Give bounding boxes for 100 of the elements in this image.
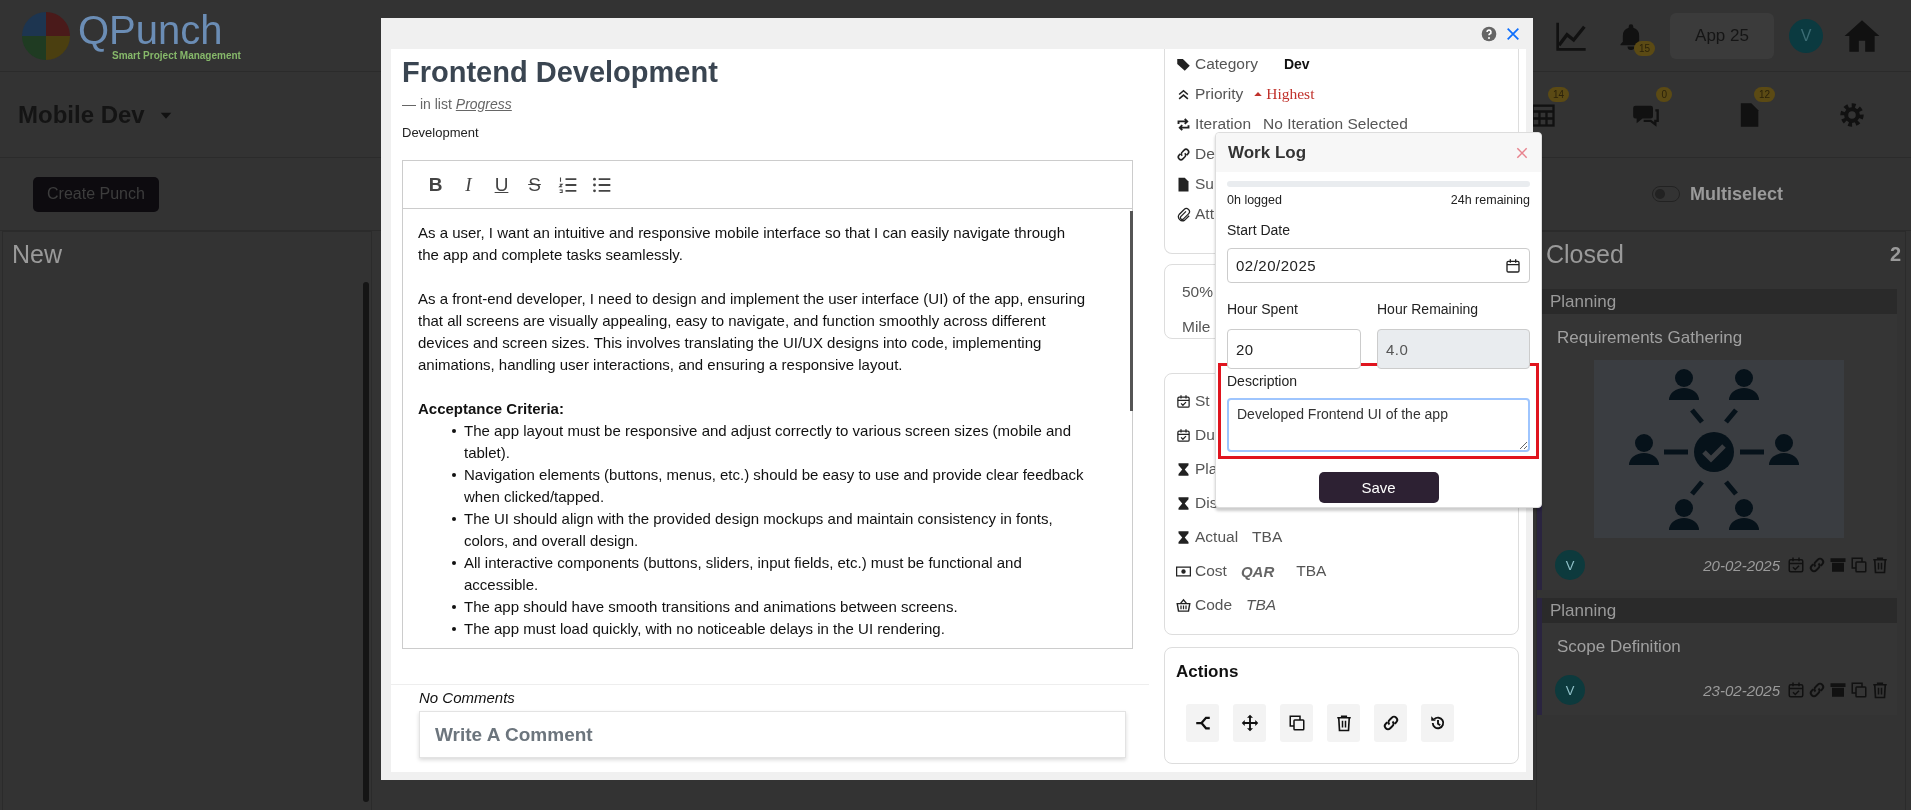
column-title: New [12, 240, 62, 269]
bullet-icon [452, 561, 456, 565]
bullet-icon [452, 627, 456, 631]
format-button[interactable]: S [518, 173, 551, 196]
close-icon[interactable] [1515, 145, 1529, 160]
copy-icon [1287, 714, 1306, 732]
punch-card[interactable]: Planning Scope Definition V 23-02-2025 [1537, 598, 1897, 715]
logo-title: QPunch [78, 10, 223, 50]
help-icon[interactable] [1481, 25, 1497, 42]
hourglass-icon [1176, 461, 1191, 477]
link-icon[interactable] [1808, 681, 1826, 699]
field-label: Actual [1195, 528, 1239, 546]
archive-icon[interactable] [1829, 556, 1847, 574]
link-icon [1176, 146, 1191, 162]
history-icon [1428, 714, 1447, 732]
field-label: Du [1195, 426, 1215, 444]
field-value: Dev [1283, 56, 1310, 72]
history-button[interactable] [1421, 704, 1454, 742]
field-label: De [1195, 145, 1215, 163]
format-button[interactable]: B [419, 173, 452, 196]
criteria-item: Navigation elements (buttons, menus, etc.) should be easy to use and provide clear feedback when clicked/tapped. [464, 465, 1085, 507]
calendar-check-icon [1176, 427, 1191, 443]
card-title: Requirements Gathering [1556, 327, 1744, 349]
bullet-icon [452, 473, 456, 477]
bullet-icon [452, 605, 456, 609]
avatar[interactable]: V [1555, 550, 1585, 580]
save-button[interactable]: Save [1318, 472, 1439, 503]
field-label: Hour Remaining [1377, 300, 1480, 318]
copy-icon[interactable] [1850, 556, 1868, 574]
comment-field[interactable]: Write A Comment [419, 711, 1126, 758]
hour-spent-field[interactable]: 20 [1227, 329, 1361, 369]
banknote-icon [1176, 563, 1191, 579]
field-value: TBA [1246, 596, 1277, 614]
bullet-icon [452, 429, 456, 433]
archive-icon[interactable] [1829, 681, 1847, 699]
description-paragraph: As a user, I want an intuitive and responsive mobile interface so that I can easily navigate through the app and complete tasks seamlessly. [418, 223, 1067, 265]
priority-value: Highest [1253, 85, 1315, 103]
hourglass-icon [1176, 495, 1191, 511]
list-label: — in list [402, 96, 452, 112]
copy-icon[interactable] [1850, 681, 1868, 699]
field-label: Att [1195, 205, 1214, 223]
field-label: Priority [1195, 85, 1244, 103]
remaining-hours: 24h remaining [1450, 192, 1530, 208]
paperclip-icon [1176, 206, 1191, 222]
column-title: Closed [1546, 240, 1624, 269]
description-paragraph: As a front-end developer, I need to design and implement the user interface (UI) of the app, ensuring that all screens are visually appealing, easy to navigate, and function smoothly across different devices and screen sizes. This involves translating the UI/UX designs into code, implementing animations, handling user interactions, and ensuring a responsive layout. [418, 289, 1087, 375]
field-label: Description [1227, 372, 1299, 390]
bullet-icon [452, 517, 456, 521]
field-value: TBA [1252, 528, 1283, 546]
link-icon[interactable] [1808, 556, 1826, 574]
card-tag: Planning [1542, 598, 1897, 623]
currency-label: QAR [1240, 562, 1275, 580]
card-date: 23-02-2025 [1703, 681, 1780, 699]
copy-button[interactable] [1280, 704, 1313, 742]
move-button[interactable] [1233, 704, 1266, 742]
calendar-check-icon[interactable] [1787, 556, 1805, 574]
link-icon [1381, 714, 1400, 732]
criteria-item: The app layout must be responsive and adjust correctly to various screen sizes (mobile and tablet). [464, 421, 1072, 463]
criteria-item: The app should have smooth transitions and animations between screens. [464, 597, 958, 617]
settings-icon[interactable] [1838, 100, 1866, 129]
date-field[interactable]: 02/20/2025 [1227, 248, 1530, 283]
multiselect-label: Multiselect [1689, 183, 1783, 205]
field-label: Dis [1195, 494, 1218, 512]
branch-button[interactable] [1186, 704, 1219, 742]
basket-icon [1176, 597, 1191, 613]
text-editor[interactable] [402, 160, 1133, 649]
field-label: St [1195, 392, 1210, 410]
column-count: 2 [1889, 243, 1901, 266]
logged-hours: 0h logged [1227, 192, 1282, 208]
card-tag: Planning [1542, 289, 1897, 314]
field-label: Cost [1195, 562, 1227, 580]
branch-icon [1193, 714, 1212, 732]
criteria-item: The app must load quickly, with no noticeable delays in the UI rendering. [464, 619, 945, 639]
description-field[interactable]: Developed Frontend UI of the app [1227, 398, 1530, 452]
calendar-check-icon[interactable] [1787, 681, 1805, 699]
criteria-heading: Acceptance Criteria: [418, 399, 565, 419]
punch-card[interactable]: Planning Requirements Gathering V 20-02-2025 [1537, 289, 1897, 590]
field-label: Mile [1182, 317, 1211, 336]
format-button[interactable]: U [485, 173, 518, 196]
field-label: Su [1195, 175, 1214, 193]
punch-title: Frontend Development [402, 55, 719, 89]
delete-button[interactable] [1327, 704, 1360, 742]
trash-icon[interactable] [1871, 681, 1889, 699]
close-icon[interactable] [1505, 25, 1521, 42]
trash-icon[interactable] [1871, 556, 1889, 574]
tag-icon [1176, 56, 1191, 72]
logo-icon [20, 9, 72, 62]
list-link[interactable]: Progress [455, 96, 512, 112]
format-button[interactable]: I [452, 173, 485, 196]
file-icon [1176, 176, 1191, 192]
popup-title: Work Log [1228, 142, 1307, 163]
card-title: Scope Definition [1556, 636, 1682, 658]
field-label: Hour Spent [1227, 300, 1299, 318]
field-value: No Iteration Selected [1263, 115, 1408, 133]
actions-title: Actions [1176, 662, 1240, 682]
progress-percent: 50% [1182, 282, 1214, 301]
logo-subtitle: Smart Project Management [112, 50, 241, 61]
calendar-icon[interactable] [1505, 258, 1521, 274]
avatar[interactable]: V [1555, 675, 1585, 705]
link-button[interactable] [1374, 704, 1407, 742]
